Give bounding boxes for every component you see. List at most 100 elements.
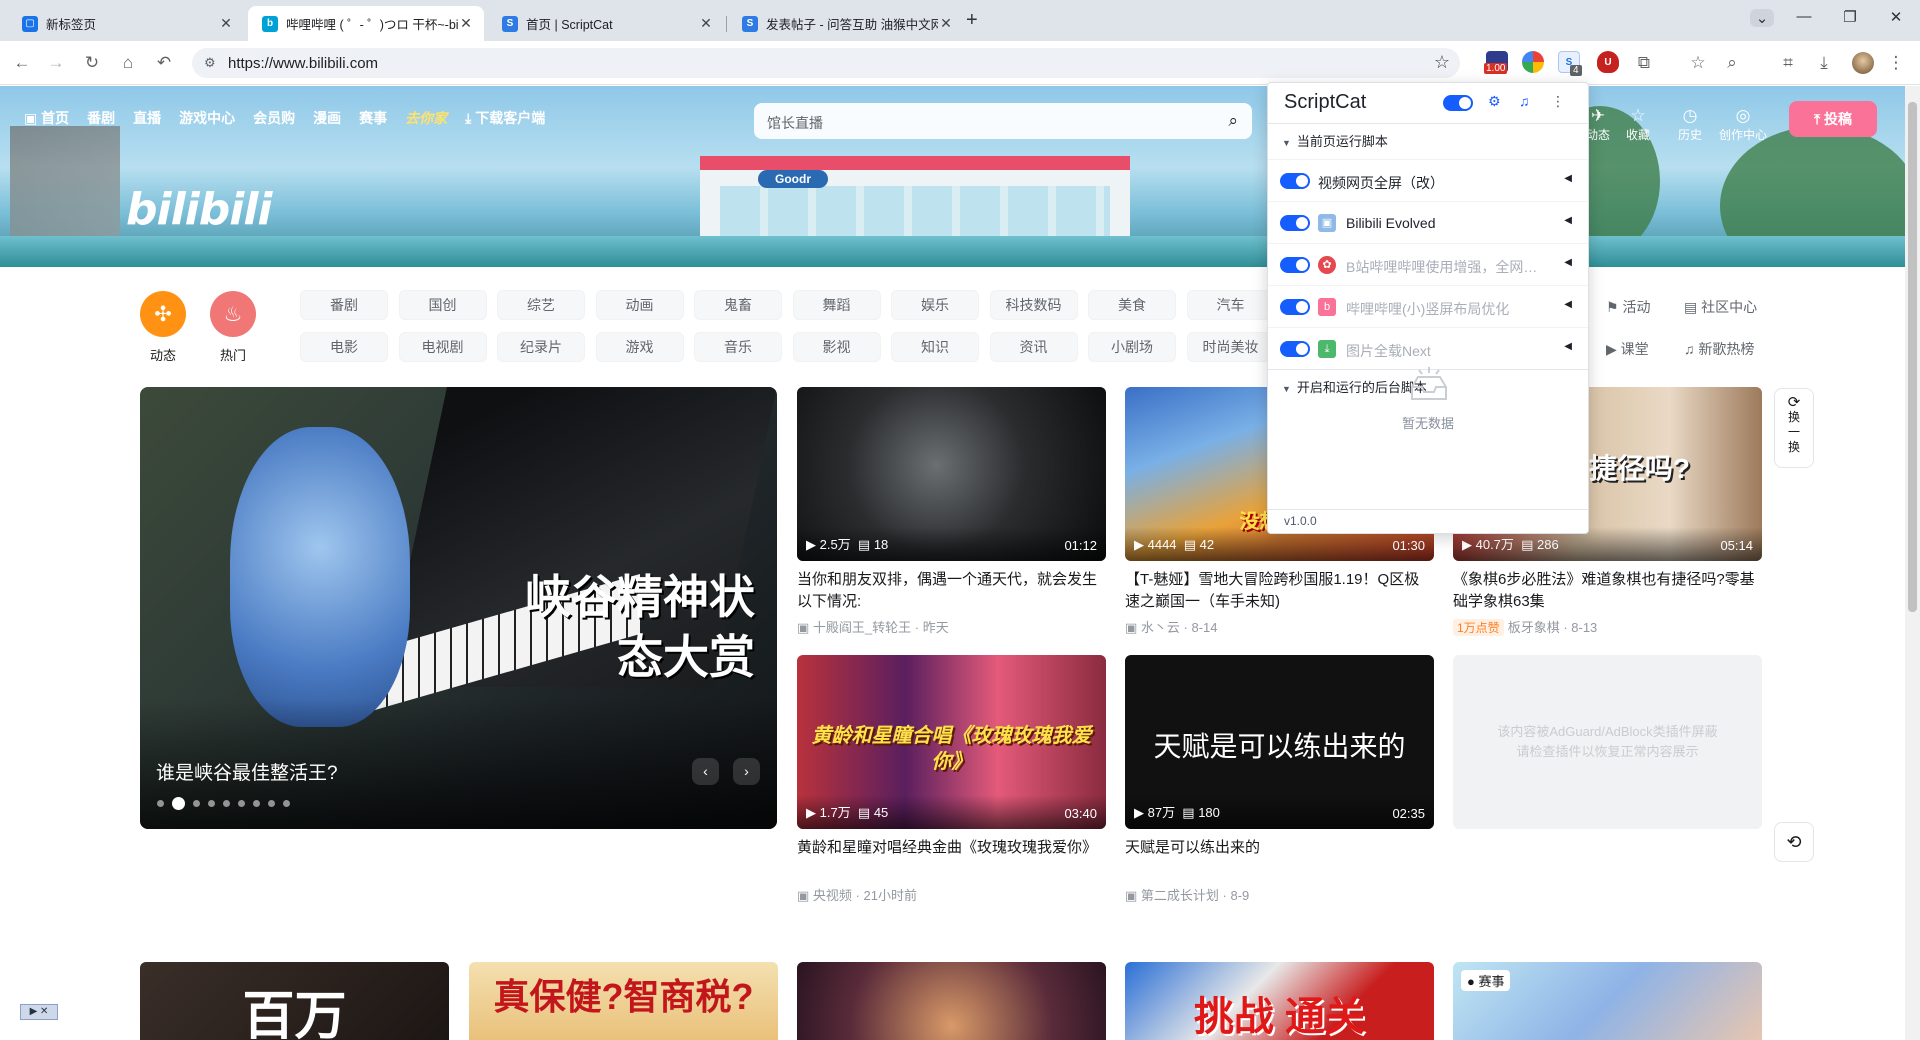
channel-button[interactable]: 电影 <box>300 332 388 362</box>
upload-button[interactable]: ⤒ 投稿 <box>1789 101 1877 137</box>
back-icon[interactable]: ← <box>10 51 34 75</box>
video-author[interactable]: 水丶云 <box>1141 620 1180 635</box>
video-author[interactable]: 第二成长计划 <box>1141 888 1219 903</box>
search-icon[interactable]: ⌕ <box>1228 111 1238 131</box>
video-author[interactable]: 央视频 <box>813 888 852 903</box>
channel-button[interactable]: 美食 <box>1088 290 1176 320</box>
channel-button[interactable]: 动画 <box>595 290 684 320</box>
ext-translate-icon[interactable] <box>1522 51 1544 73</box>
zoom-search-icon[interactable]: ⌕ <box>1720 51 1744 75</box>
script-name[interactable]: Bilibili Evolved <box>1346 215 1546 231</box>
menu-kebab-icon[interactable]: ⋮ <box>1884 51 1908 75</box>
more-menu-icon[interactable]: ⋮ <box>1551 93 1565 110</box>
video-card[interactable]: ▶ 2.5万 ▤ 18 01:12 当你和朋友双排，偶遇一个通天代，就会发生以下… <box>797 387 1106 636</box>
url-text[interactable]: https://www.bilibili.com <box>228 55 378 72</box>
carousel-next-button[interactable]: › <box>733 758 760 785</box>
nav-live[interactable]: 直播 <box>133 108 161 128</box>
script-name[interactable]: 视频网页全屏（改） <box>1318 173 1518 193</box>
video-thumbnail[interactable]: 挑战 通关 <box>1125 962 1434 1040</box>
video-meta[interactable]: ▣ 十殿阎王_转轮王 · 昨天 <box>797 617 1106 636</box>
carousel-dot[interactable] <box>208 800 215 807</box>
scriptcat-global-toggle[interactable] <box>1443 95 1473 111</box>
script-toggle[interactable] <box>1280 341 1310 357</box>
channel-button[interactable]: 科技数码 <box>989 290 1078 320</box>
script-name[interactable]: B站哔哩哔哩使用增强，全网VIP视频... <box>1346 257 1546 277</box>
bookmark-star-icon[interactable]: ☆ <box>1434 52 1450 73</box>
video-title[interactable]: 当你和朋友双排，偶遇一个通天代，就会发生以下情况: <box>797 569 1106 613</box>
expand-caret-icon[interactable]: ◀ <box>1564 173 1572 184</box>
restore-window-icon[interactable]: ❐ <box>1838 8 1862 26</box>
carousel-dot[interactable] <box>238 800 245 807</box>
channel-button[interactable]: 电视剧 <box>398 332 487 362</box>
video-thumbnail[interactable]: ▶ 2.5万 ▤ 18 01:12 <box>797 387 1106 561</box>
page-scrollbar[interactable] <box>1905 86 1920 1040</box>
script-row[interactable]: ▣ Bilibili Evolved ◀ <box>1268 201 1588 243</box>
close-tab-icon[interactable]: ✕ <box>218 15 234 32</box>
reload-icon[interactable]: ↻ <box>80 51 104 75</box>
carousel-dot[interactable] <box>157 800 164 807</box>
channel-button[interactable]: 资讯 <box>989 332 1078 362</box>
tab-search-dropdown-icon[interactable]: ⌄ <box>1750 9 1774 27</box>
carousel-dot[interactable] <box>268 800 275 807</box>
nav-bangumi[interactable]: 番剧 <box>87 108 115 128</box>
video-meta[interactable]: ▣ 央视频 · 21小时前 <box>797 885 1106 904</box>
nav-events[interactable]: 赛事 <box>359 108 387 128</box>
expand-caret-icon[interactable]: ◀ <box>1564 299 1572 310</box>
video-meta[interactable]: ▣ 第二成长计划 · 8-9 <box>1125 885 1434 904</box>
settings-gear-icon[interactable]: ⚙ <box>1488 93 1501 110</box>
nav-dynamic[interactable]: ✈ 动态 <box>1586 106 1610 143</box>
script-row[interactable]: 视频网页全屏（改） ◀ <box>1268 159 1588 201</box>
nav-manga[interactable]: 漫画 <box>313 108 341 128</box>
back-to-top-button[interactable]: ⟲ <box>1774 822 1814 862</box>
close-window-icon[interactable]: ✕ <box>1884 8 1908 26</box>
channel-button[interactable]: 小剧场 <box>1088 332 1176 362</box>
bilibili-logo[interactable]: bilibili <box>126 184 272 235</box>
address-bar[interactable]: ⚙ https://www.bilibili.com ☆ <box>192 48 1460 78</box>
crop-icon[interactable]: ⌗ <box>1776 51 1800 75</box>
video-title[interactable]: 《象棋6步必胜法》难道象棋也有捷径吗?零基础学象棋63集 <box>1453 569 1762 613</box>
video-author[interactable]: 板牙象棋 <box>1508 620 1560 635</box>
expand-caret-icon[interactable]: ◀ <box>1564 215 1572 226</box>
script-row[interactable]: ⤓ 图片全载Next ◀ <box>1268 327 1588 369</box>
dynamic-circle-button[interactable]: ✣ <box>140 291 186 337</box>
video-title[interactable]: 黄龄和星瞳对唱经典金曲《玫瑰玫瑰我爱你》 <box>797 837 1106 881</box>
script-name[interactable]: 哔哩哔哩(小)竖屏布局优化 <box>1346 299 1546 319</box>
nav-creator-center[interactable]: ◎ 创作中心 <box>1719 106 1767 143</box>
script-toggle[interactable] <box>1280 173 1310 189</box>
channel-button[interactable]: 番剧 <box>300 290 388 320</box>
video-meta[interactable]: 1万点赞 板牙象棋 · 8-13 <box>1453 617 1762 636</box>
search-input[interactable]: 馆长直播 <box>767 113 823 133</box>
carousel-dot[interactable] <box>283 800 290 807</box>
forward-icon[interactable]: → <box>44 51 68 75</box>
corner-ad-widget[interactable]: ▶ ✕ <box>20 1004 58 1020</box>
tab-new-tab[interactable]: ▢ 新标签页 ✕ <box>8 6 244 41</box>
video-meta[interactable]: ▣ 水丶云 · 8-14 <box>1125 617 1434 636</box>
script-toggle[interactable] <box>1280 257 1310 273</box>
channel-button[interactable]: 汽车 <box>1186 290 1275 320</box>
new-tab-button[interactable]: + <box>966 9 978 32</box>
video-thumbnail[interactable]: 真保健?智商税? <box>469 962 778 1040</box>
nav-favorites[interactable]: ☆ 收藏 <box>1626 106 1650 143</box>
bili-search-box[interactable]: 馆长直播 ⌕ <box>754 103 1252 139</box>
channel-button[interactable]: 综艺 <box>497 290 585 320</box>
video-thumbnail[interactable]: 黄龄和星瞳合唱《玫瑰玫瑰我爱你》 ▶ 1.7万 ▤ 45 03:40 <box>797 655 1106 829</box>
nav-home[interactable]: ▣ 首页 <box>24 108 69 128</box>
expand-caret-icon[interactable]: ◀ <box>1564 341 1572 352</box>
script-row[interactable]: ✿ B站哔哩哔哩使用增强，全网VIP视频... ◀ <box>1268 243 1588 285</box>
channel-button[interactable]: 音乐 <box>694 332 782 362</box>
extensions-puzzle-icon[interactable]: ⧉ <box>1632 51 1656 75</box>
download-icon[interactable]: ⤓ <box>1812 51 1836 75</box>
notification-bell-icon[interactable]: ♫ <box>1519 93 1530 109</box>
undo-icon[interactable]: ↶ <box>152 51 176 75</box>
hot-circle-button[interactable]: ♨ <box>210 291 256 337</box>
channel-button[interactable]: 娱乐 <box>891 290 979 320</box>
video-author[interactable]: 十殿阎王_转轮王 <box>813 620 911 635</box>
video-thumbnail[interactable]: 百万 <box>140 962 449 1040</box>
channel-button[interactable]: 纪录片 <box>497 332 585 362</box>
nav-shop[interactable]: 会员购 <box>253 108 295 128</box>
close-tab-icon[interactable]: ✕ <box>458 15 474 32</box>
tab-tampermonkey-forum[interactable]: S 发表帖子 - 问答互助 油猴中文网 ✕ <box>728 6 964 41</box>
video-card[interactable]: 黄龄和星瞳合唱《玫瑰玫瑰我爱你》 ▶ 1.7万 ▤ 45 03:40 黄龄和星瞳… <box>797 655 1106 904</box>
side-link-community[interactable]: ▤ 社区中心 <box>1684 297 1757 317</box>
channel-button[interactable]: 时尚美妆 <box>1186 332 1275 362</box>
